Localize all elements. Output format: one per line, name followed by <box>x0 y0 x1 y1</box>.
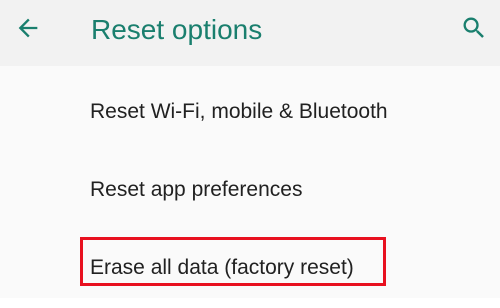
list-item-reset-network[interactable]: Reset Wi-Fi, mobile & Bluetooth <box>0 74 500 152</box>
page-title: Reset options <box>91 14 263 45</box>
app-bar: Reset options <box>0 0 500 66</box>
list-item-reset-app-preferences[interactable]: Reset app preferences <box>0 152 500 230</box>
search-icon <box>463 17 484 38</box>
search-button[interactable] <box>456 10 492 46</box>
back-button[interactable] <box>10 10 46 46</box>
list-item-label: Reset app preferences <box>90 178 303 201</box>
list-item-label: Reset Wi-Fi, mobile & Bluetooth <box>90 100 388 123</box>
highlight-box <box>80 237 386 286</box>
arrow-left-icon <box>18 18 38 38</box>
